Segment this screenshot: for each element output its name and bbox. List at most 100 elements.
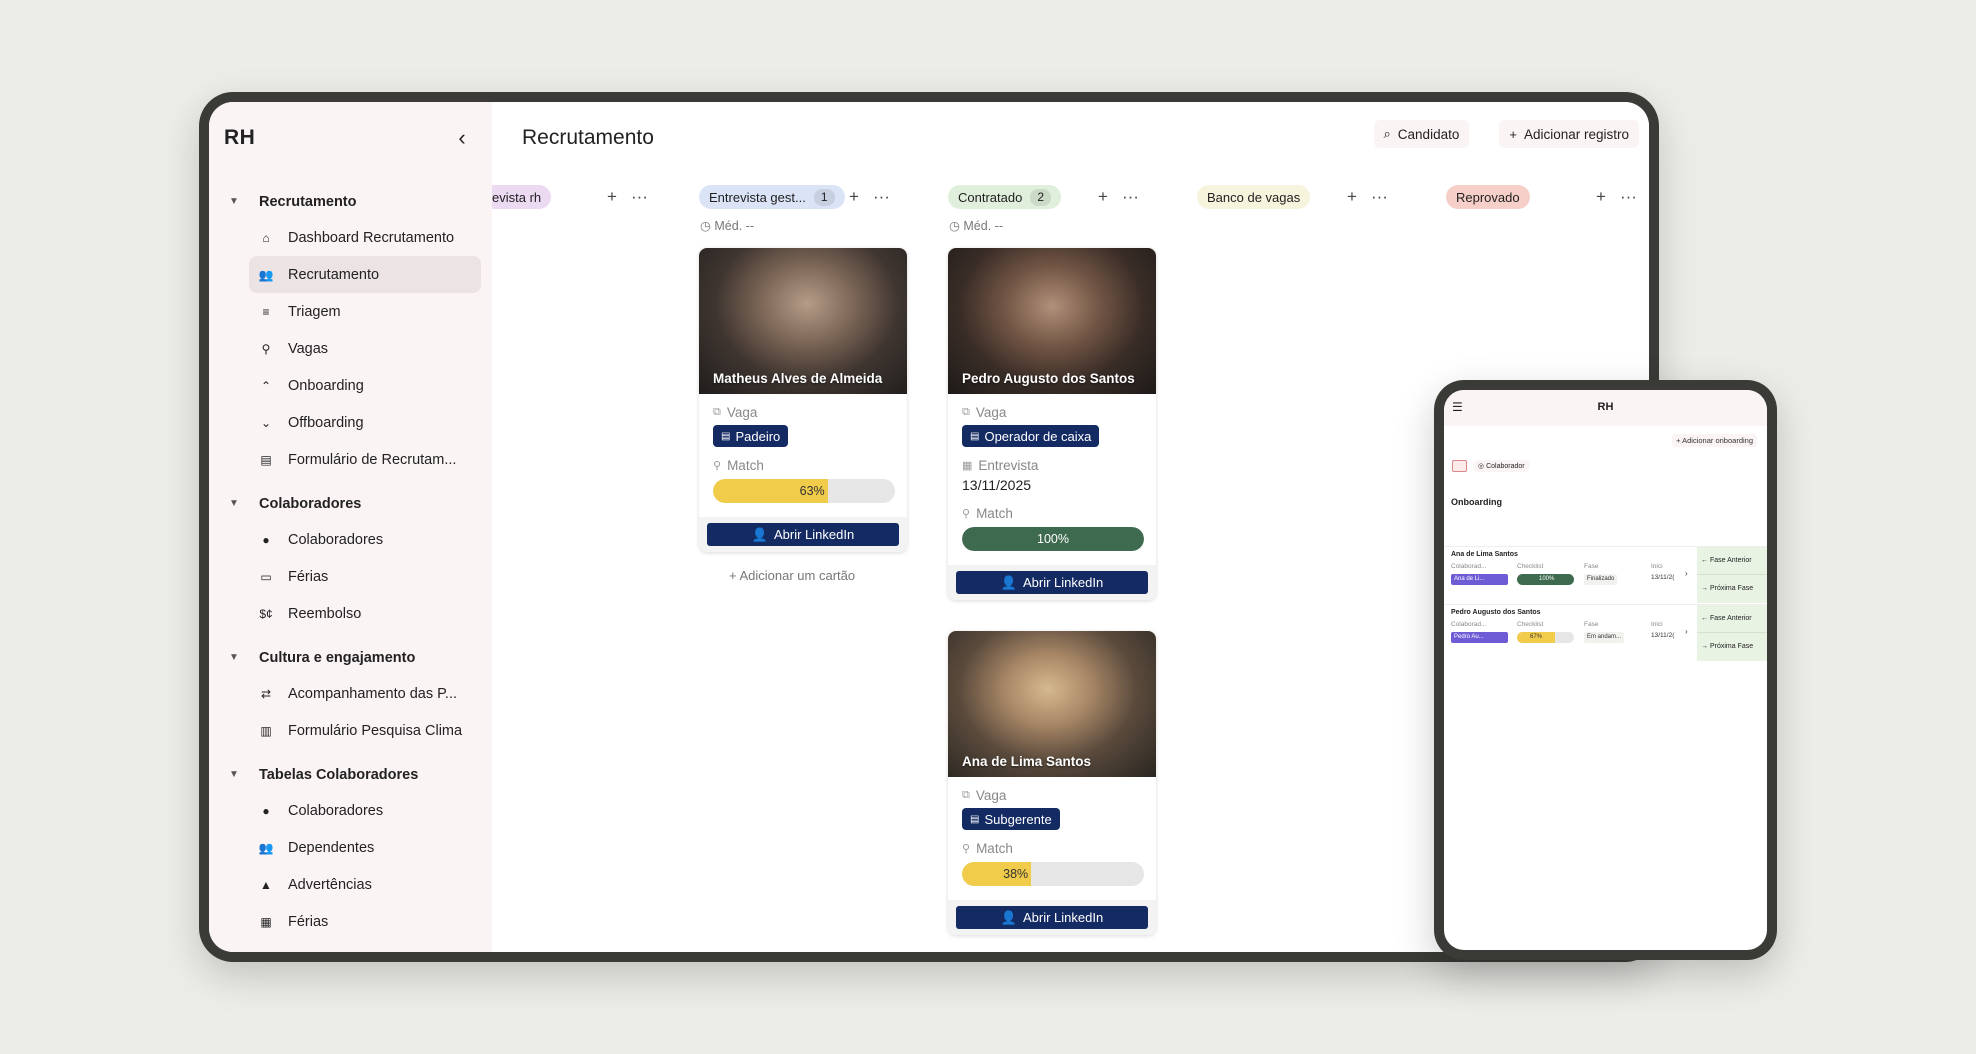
checklist-label: Checklist [1517,621,1544,628]
colaborador-tag[interactable]: Pedro Au... [1451,632,1508,643]
sidebar-item[interactable]: ⚲ Vagas [249,330,481,367]
open-linkedin-button[interactable]: 👤 Abrir LinkedIn [956,906,1148,929]
phase-actions: ← Fase Anterior → Próxima Fase [1697,605,1767,661]
sidebar-section: ▼ Cultura e engajamento ⇄ Acompanhamento da… [209,640,492,749]
more-icon[interactable]: ··· [1122,187,1139,207]
sidebar-item[interactable]: ● Colaboradores [249,521,481,558]
fase-label: Fase [1584,563,1599,570]
calendar-icon[interactable] [1452,460,1467,472]
sidebar-item-icon: ▥ [260,723,272,738]
sidebar-item[interactable]: ≡ Triagem [249,293,481,330]
sidebar-item[interactable]: ⌃ Onboarding [249,367,481,404]
checklist-progress-bar: 67% [1517,632,1574,643]
inicio-date: 13/11/2( [1651,574,1675,581]
vaga-value: Padeiro [735,428,781,444]
colaborador-filter[interactable]: ◎ Colaborador [1473,460,1530,472]
column-pill[interactable]: Contratado 2 [948,185,1062,209]
fase-tag[interactable]: Finalizado [1584,574,1618,585]
column-label: Contratado [958,189,1023,205]
inicio-date: 13/11/2( [1651,632,1675,639]
plus-icon[interactable]: + [1596,187,1606,207]
chevron-right-icon[interactable]: › [1685,627,1688,636]
sidebar-item-icon: ▤ [260,452,272,467]
match-field-label: ⚲ Match [713,455,895,475]
column-average-text: Méd. -- [714,219,754,233]
column-pill[interactable]: Entrevista gest... 1 [699,185,845,209]
relation-icon: ⧉ [962,788,970,801]
sidebar-item-label: Colaboradores [288,531,384,548]
candidate-card[interactable]: Ana de Lima Santos ⧉ Vaga ▤ Subgerente ⚲ Ma… [948,631,1156,935]
sidebar-item[interactable]: ▦ Férias [249,903,481,940]
open-linkedin-button[interactable]: 👤 Abrir LinkedIn [707,523,899,546]
chevron-down-icon: ▼ [229,769,239,780]
sidebar-item-label: Advertências [288,876,372,893]
sidebar-item[interactable]: ⇄ Acompanhamento das P... [249,675,481,712]
chevron-right-icon[interactable]: › [1685,569,1688,578]
next-phase-button[interactable]: → Próxima Fase [1697,575,1767,603]
colaborador-tag[interactable]: Ana de Li... [1451,574,1508,585]
sidebar-item[interactable]: ● Colaboradores [249,792,481,829]
sidebar-section-header[interactable]: ▼ Recrutamento [209,184,492,219]
sidebar-header: RH ‹ [209,102,492,174]
onboarding-row[interactable]: Ana de Lima Santos Colaborad... Ana de Li.… [1444,546,1767,603]
sidebar-item-icon: ▦ [260,914,272,929]
plus-icon[interactable]: + [607,187,617,207]
inicio-label: Inici [1651,621,1663,628]
sidebar-item[interactable]: $¢ Reembolso [249,595,481,632]
linkedin-label: Abrir LinkedIn [1022,575,1104,590]
candidate-card[interactable]: Matheus Alves de Almeida ⧉ Vaga ▤ Padeiro … [699,248,907,552]
more-icon[interactable]: ··· [631,187,648,207]
sidebar-item-icon: ▲ [260,877,272,892]
sidebar-item[interactable]: ▭ Férias [249,558,481,595]
sidebar-item[interactable]: ⌄ Offboarding [249,404,481,441]
vaga-value: Subgerente [984,811,1052,827]
column-pill[interactable]: Banco de vagas [1197,185,1311,209]
previous-phase-button[interactable]: ← Fase Anterior [1697,547,1767,575]
onboarding-row[interactable]: Pedro Augusto dos Santos Colaborad... Pedr… [1444,604,1767,661]
colaborador-label: Colaborad... [1451,563,1487,570]
plus-icon[interactable]: + [849,187,859,207]
sidebar-section-title: Cultura e engajamento [259,649,416,666]
match-icon: ⚲ [713,459,722,472]
sidebar-section-header[interactable]: ▼ Cultura e engajamento [209,640,492,675]
sidebar-item-icon: ≡ [262,304,270,319]
previous-phase-button[interactable]: ← Fase Anterior [1697,605,1767,633]
candidate-name: Matheus Alves de Almeida [713,371,883,386]
column-pill[interactable]: Reprovado [1446,185,1530,209]
add-card-button[interactable]: + Adicionar um cartão [729,568,855,583]
column-pill[interactable]: evista rh [492,185,552,209]
card-footer: 👤 Abrir LinkedIn [699,517,907,552]
calendar-icon: ▦ [962,459,973,472]
more-icon[interactable]: ··· [1371,187,1388,207]
sidebar-section-header[interactable]: ▼ Colaboradores [209,486,492,521]
sidebar-item[interactable]: 👥 Dependentes [249,829,481,866]
candidate-card[interactable]: Pedro Augusto dos Santos ⧉ Vaga ▤ Operador… [948,248,1156,600]
mobile-topbar: ☰ RH [1444,390,1767,426]
entrevista-label-text: Entrevista [978,457,1039,473]
add-onboarding-button[interactable]: + Adicionar onboarding [1672,434,1757,447]
chevron-left-icon[interactable]: ‹ [450,125,474,151]
search-candidate-button[interactable]: ⌕ Candidato [1373,120,1470,148]
next-phase-button[interactable]: → Próxima Fase [1697,633,1767,661]
column-header-contratado: Contratado 2 [948,184,1062,210]
fase-tag[interactable]: Em andam... [1584,632,1625,643]
sidebar-item[interactable]: ▤ Formulário de Recrutam... [249,441,481,478]
open-linkedin-button[interactable]: 👤 Abrir LinkedIn [956,571,1148,594]
vaga-tag[interactable]: ▤ Padeiro [713,425,789,447]
sidebar-item[interactable]: ▥ Formulário Pesquisa Clima [249,712,481,749]
column-average: ◷ Méd. -- [949,219,1003,233]
sidebar-item[interactable]: 👥 Recrutamento [249,256,481,293]
sidebar-item[interactable]: ⌂ Dashboard Recrutamento [249,219,481,256]
more-icon[interactable]: ··· [1620,187,1637,207]
sidebar-section-header[interactable]: ▼ Tabelas Colaboradores [209,757,492,792]
vaga-tag[interactable]: ▤ Operador de caixa [962,425,1100,447]
column-label: Banco de vagas [1207,189,1301,205]
card-footer: 👤 Abrir LinkedIn [948,565,1156,600]
vaga-tag[interactable]: ▤ Subgerente [962,808,1060,830]
add-record-button[interactable]: + Adicionar registro [1499,120,1639,148]
more-icon[interactable]: ··· [873,187,890,207]
sidebar-item-icon: ⌂ [262,230,270,245]
plus-icon[interactable]: + [1347,187,1357,207]
sidebar-item[interactable]: ▲ Advertências [249,866,481,903]
plus-icon[interactable]: + [1098,187,1108,207]
